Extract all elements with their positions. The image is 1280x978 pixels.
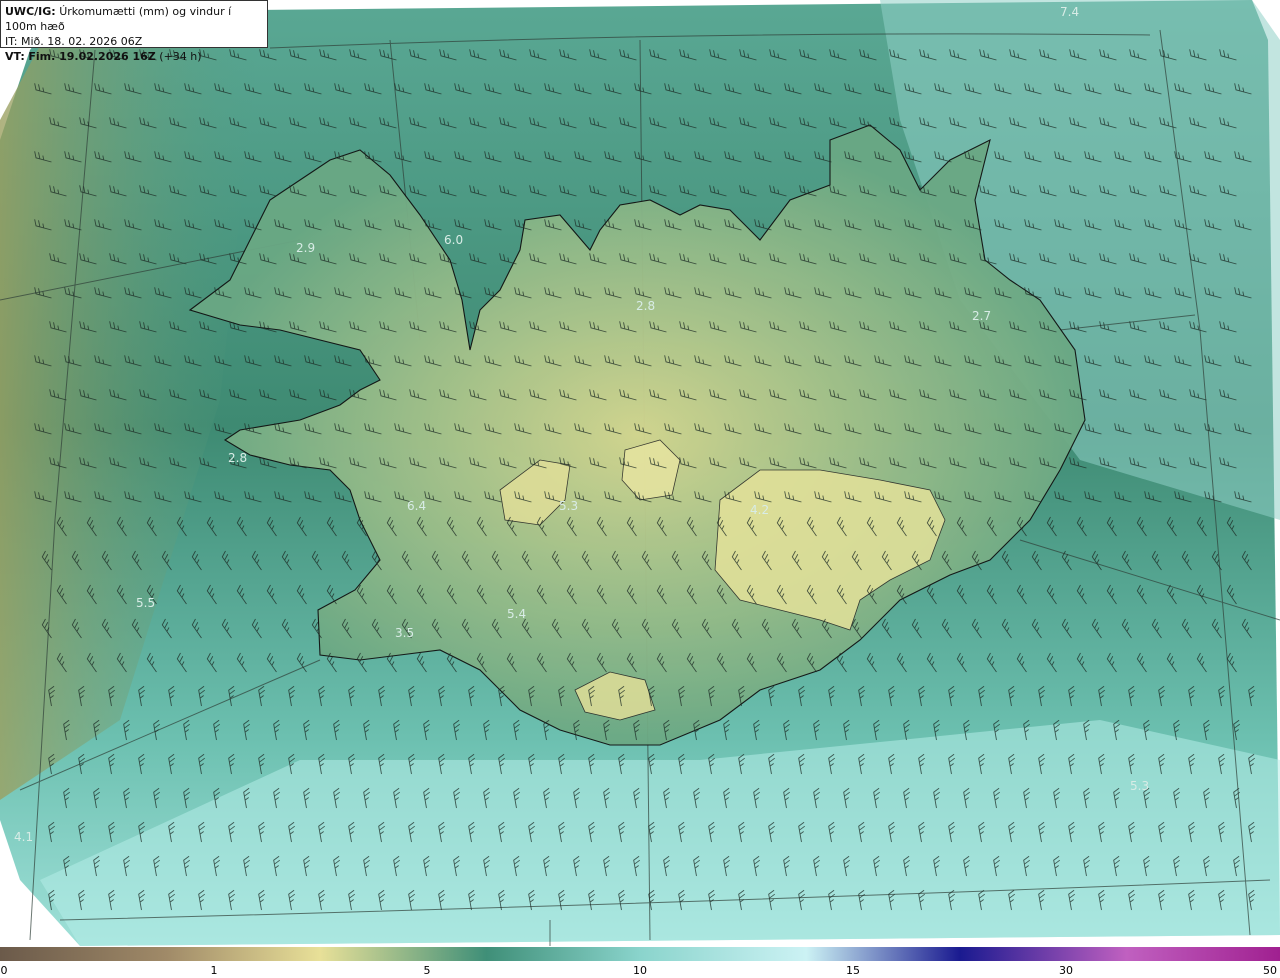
color-scale-labels: 0 1 5 10 15 30 50 [0,962,1280,978]
map-value-label: 2.9 [296,241,315,255]
valid-time: Fim. 19.02.2026 16Z [28,50,156,63]
issue-time-line: IT: Mið. 18. 02. 2026 06Z [5,34,263,49]
scale-tick-label: 10 [633,964,647,977]
map-value-label: 4.2 [750,503,769,517]
valid-label: VT: [5,50,25,63]
map-value-label: 5.3 [1130,779,1149,793]
map-value-label: 5.3 [559,499,578,513]
color-scale-bar [0,947,1280,961]
valid-time-line: VT: Fim. 19.02.2026 16Z (+34 h) [5,49,263,64]
issue-time: Mið. 18. 02. 2026 06Z [20,35,143,48]
scale-tick-label: 50 [1263,964,1277,977]
map-value-label: 2.8 [636,299,655,313]
map-value-label: 6.0 [444,233,463,247]
map-value-label: 4.1 [14,830,33,844]
map-value-label: 5.5 [136,596,155,610]
map-value-label: 2.7 [972,309,991,323]
map-value-label: 6.4 [407,499,426,513]
map-value-label: 2.8 [228,451,247,465]
map-value-label: 7.4 [1060,5,1079,19]
scale-tick-label: 5 [423,964,431,977]
product-label: UWC/IG: [5,5,56,18]
title-line: UWC/IG: Úrkomumætti (mm) og vindur í 100… [5,4,263,34]
issue-label: IT: [5,35,18,48]
scale-tick-label: 30 [1059,964,1073,977]
map-value-label: 5.4 [507,607,526,621]
precipitation-map: 6.0 2.9 2.8 2.7 6.4 5.3 5.5 5.4 3.5 5.3 … [0,0,1280,946]
lead-time: (+34 h) [159,50,202,63]
map-value-label: 3.5 [395,626,414,640]
map-info-box: UWC/IG: Úrkomumætti (mm) og vindur í 100… [0,0,268,63]
scale-tick-label: 1 [210,964,218,977]
scale-tick-label: 0 [0,964,8,977]
scale-tick-label: 15 [846,964,860,977]
